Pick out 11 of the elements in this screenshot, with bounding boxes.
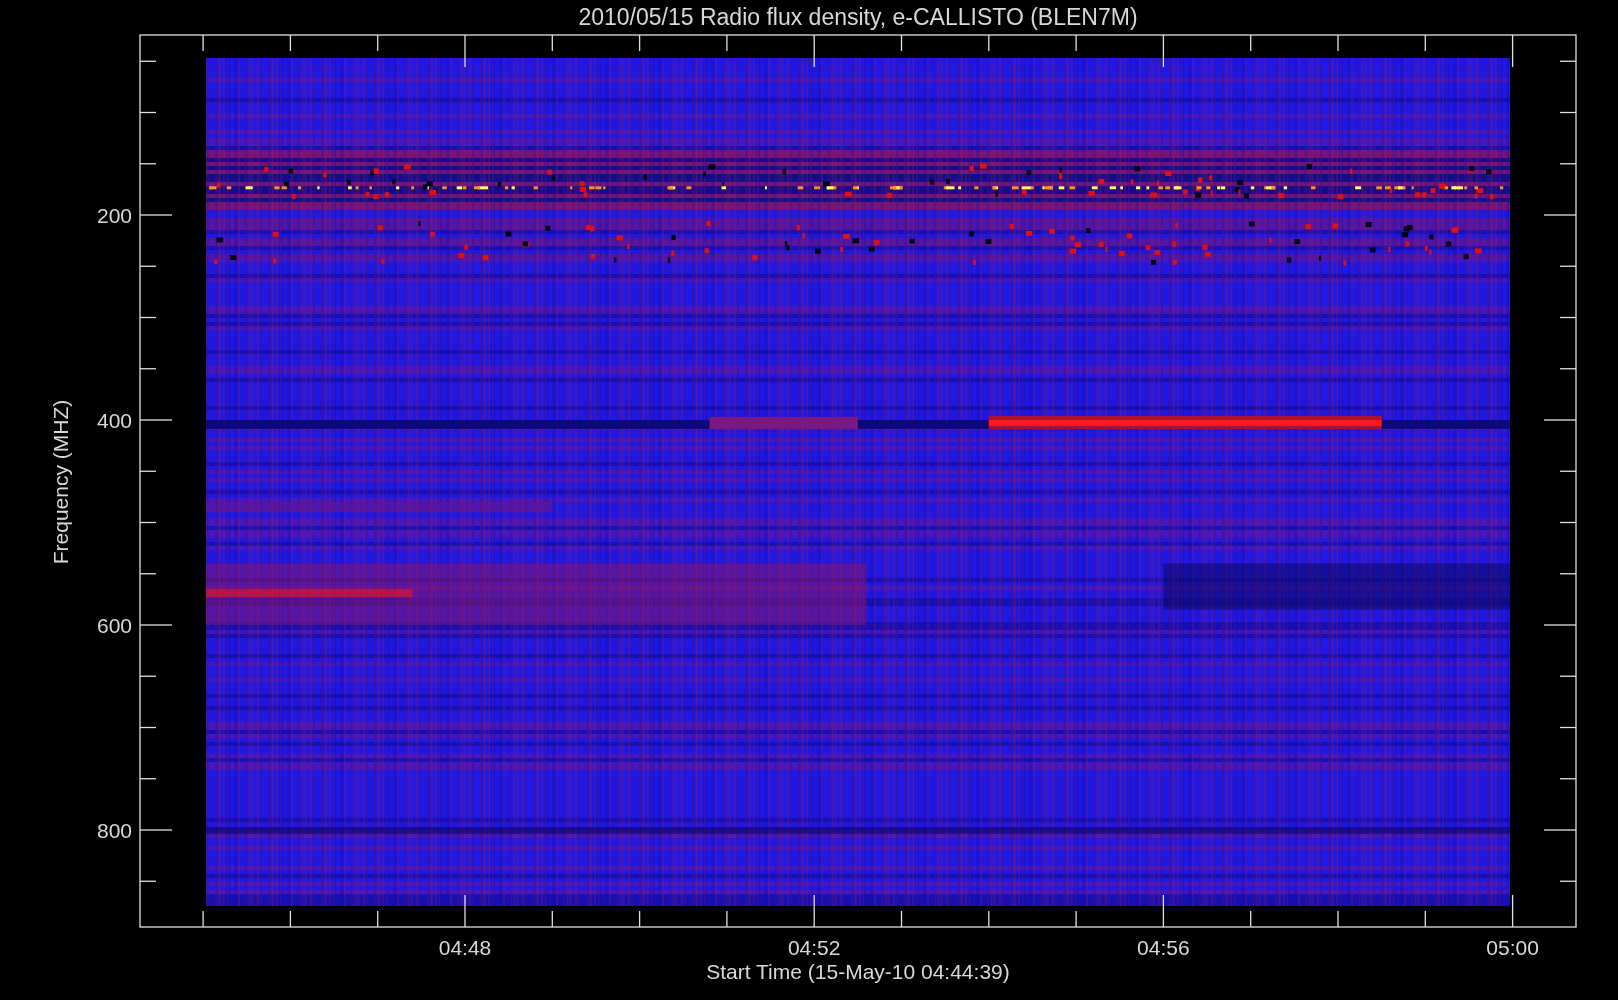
x-tick-label: 04:56 bbox=[1137, 936, 1190, 959]
x-tick-label: 05:00 bbox=[1486, 936, 1539, 959]
y-tick-label: 800 bbox=[96, 819, 132, 842]
x-tick-label: 04:52 bbox=[787, 936, 841, 959]
y-tick-label: 600 bbox=[96, 614, 132, 637]
plot-title: 2010/05/15 Radio flux density, e-CALLISTO (BLEN7M) bbox=[578, 4, 1138, 30]
y-tick-label: 200 bbox=[96, 204, 132, 227]
y-axis-label: Frequency (MHZ) bbox=[49, 399, 72, 565]
y-tick-label: 400 bbox=[96, 409, 132, 432]
x-tick-label: 04:48 bbox=[438, 936, 492, 959]
x-axis-label: Start Time (15-May-10 04:44:39) bbox=[706, 960, 1010, 983]
